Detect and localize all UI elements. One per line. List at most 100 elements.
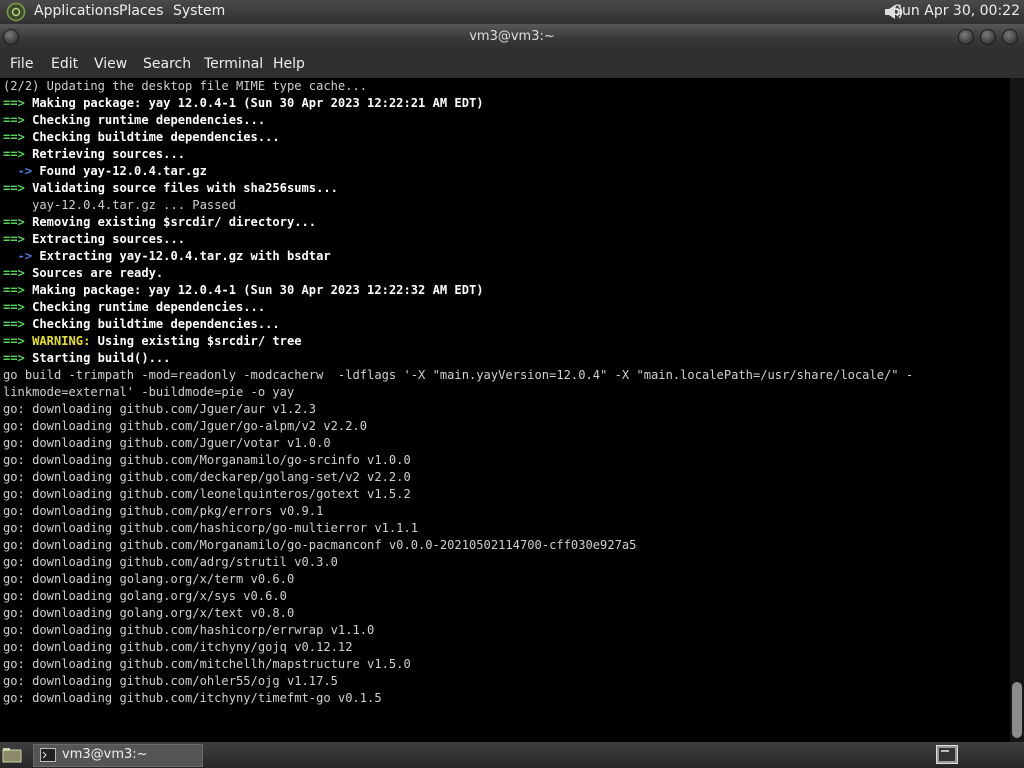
terminal-segment: ==> <box>3 147 25 161</box>
terminal-line: go: downloading github.com/Morganamilo/g… <box>3 538 636 552</box>
clock[interactable]: Sun Apr 30, 00:22 <box>893 0 1020 22</box>
menu-search[interactable]: Search <box>143 51 191 77</box>
terminal-line: go: downloading golang.org/x/sys v0.6.0 <box>3 589 287 603</box>
terminal-segment: -> <box>3 249 33 263</box>
terminal-segment: -> <box>3 164 33 178</box>
terminal-segment: ==> <box>3 266 25 280</box>
terminal-segment: go: downloading github.com/adrg/strutil … <box>3 555 338 569</box>
terminal-line: ==> Checking runtime dependencies... <box>3 113 265 127</box>
terminal-line: ==> Making package: yay 12.0.4-1 (Sun 30… <box>3 283 484 297</box>
top-panel: Applications Places System Sun Apr 30, 0… <box>0 0 1024 24</box>
terminal-segment: Validating source files with sha256sums.… <box>24 181 338 195</box>
window-title-bar[interactable]: vm3@vm3:~ <box>0 24 1024 51</box>
terminal-segment: go: downloading github.com/Morganamilo/g… <box>3 538 637 552</box>
terminal-line: ==> Making package: yay 12.0.4-1 (Sun 30… <box>3 96 484 110</box>
applications-menu[interactable]: Applications <box>34 0 120 24</box>
terminal-segment: Retrieving sources... <box>24 147 186 161</box>
terminal-segment: go: downloading github.com/Morganamilo/g… <box>3 453 411 467</box>
places-menu[interactable]: Places <box>119 0 164 24</box>
terminal-segment: ==> <box>3 232 25 246</box>
terminal-segment: ==> <box>3 300 25 314</box>
terminal-icon <box>40 748 56 762</box>
minimize-button[interactable] <box>958 29 974 45</box>
terminal-segment: go: downloading github.com/Jguer/votar v… <box>3 436 331 450</box>
terminal-segment: yay-12.0.4.tar.gz ... Passed <box>3 198 236 212</box>
terminal-segment: linkmode=external' -buildmode=pie -o yay <box>3 385 295 399</box>
terminal-segment: ==> <box>3 283 25 297</box>
menu-terminal[interactable]: Terminal <box>204 51 263 77</box>
terminal-line: ==> Checking runtime dependencies... <box>3 300 265 314</box>
terminal-segment: go: downloading github.com/leonelquinter… <box>3 487 411 501</box>
terminal-line: -> Found yay-12.0.4.tar.gz <box>3 164 207 178</box>
terminal-segment: ==> <box>3 317 25 331</box>
terminal-line: go: downloading golang.org/x/text v0.8.0 <box>3 606 294 620</box>
terminal-segment: go: downloading github.com/hashicorp/go-… <box>3 521 419 535</box>
terminal-line: (2/2) Updating the desktop file MIME typ… <box>3 79 367 93</box>
terminal-segment: Checking runtime dependencies... <box>24 300 266 314</box>
terminal-segment: Making package: yay 12.0.4-1 (Sun 30 Apr… <box>24 96 484 110</box>
terminal-segment: Checking buildtime dependencies... <box>24 130 280 144</box>
window-menu-button[interactable] <box>3 29 19 45</box>
terminal-line: ==> Retrieving sources... <box>3 147 185 161</box>
terminal-line: go: downloading github.com/leonelquinter… <box>3 487 411 501</box>
terminal-segment: go build -trimpath -mod=readonly -modcac… <box>3 368 914 382</box>
gnome-foot-icon[interactable] <box>6 2 26 22</box>
terminal-segment: Removing existing $srcdir/ directory... <box>24 215 317 229</box>
menu-help[interactable]: Help <box>273 51 305 77</box>
terminal-line: go: downloading github.com/mitchellh/map… <box>3 657 411 671</box>
terminal-segment: ==> <box>3 96 25 110</box>
terminal-line: go: downloading github.com/hashicorp/err… <box>3 623 374 637</box>
bottom-panel: vm3@vm3:~ <box>0 742 1024 768</box>
terminal-line: go: downloading golang.org/x/term v0.6.0 <box>3 572 294 586</box>
terminal-segment: ==> <box>3 130 25 144</box>
terminal-segment: Checking buildtime dependencies... <box>24 317 280 331</box>
terminal-line: go: downloading github.com/itchyny/timef… <box>3 691 382 705</box>
terminal-segment: go: downloading github.com/itchyny/gojq … <box>3 640 353 654</box>
desktop-icon[interactable] <box>2 746 22 764</box>
terminal-segment: Sources are ready. <box>24 266 164 280</box>
terminal-line: ==> Checking buildtime dependencies... <box>3 130 280 144</box>
close-button[interactable] <box>1002 29 1018 45</box>
terminal-line: go: downloading github.com/Jguer/aur v1.… <box>3 402 316 416</box>
terminal-line: go: downloading github.com/Jguer/go-alpm… <box>3 419 367 433</box>
taskbar-terminal-button[interactable]: vm3@vm3:~ <box>33 744 203 767</box>
window-title: vm3@vm3:~ <box>469 29 555 44</box>
terminal-segment: WARNING: <box>24 334 91 348</box>
terminal-segment: go: downloading golang.org/x/sys v0.6.0 <box>3 589 287 603</box>
terminal-line: go: downloading github.com/deckarep/gola… <box>3 470 411 484</box>
terminal-line: go: downloading github.com/ohler55/ojg v… <box>3 674 338 688</box>
terminal-segment: go: downloading github.com/deckarep/gola… <box>3 470 411 484</box>
terminal-segment: go: downloading github.com/ohler55/ojg v… <box>3 674 338 688</box>
terminal-segment: (2/2) Updating the desktop file MIME typ… <box>3 79 368 93</box>
terminal-line: -> Extracting yay-12.0.4.tar.gz with bsd… <box>3 249 331 263</box>
system-menu[interactable]: System <box>173 0 225 24</box>
terminal-line: ==> Validating source files with sha256s… <box>3 181 338 195</box>
scrollbar-thumb[interactable] <box>1012 682 1022 738</box>
terminal-output[interactable]: (2/2) Updating the desktop file MIME typ… <box>0 78 1010 742</box>
terminal-line: ==> Sources are ready. <box>3 266 163 280</box>
terminal-segment: go: downloading github.com/hashicorp/err… <box>3 623 375 637</box>
taskbar-label: vm3@vm3:~ <box>62 747 148 762</box>
terminal-line: go: downloading github.com/adrg/strutil … <box>3 555 338 569</box>
terminal-line: go: downloading github.com/pkg/errors v0… <box>3 504 323 518</box>
terminal-segment: Making package: yay 12.0.4-1 (Sun 30 Apr… <box>24 283 484 297</box>
terminal-segment: Extracting sources... <box>24 232 186 246</box>
menu-file[interactable]: File <box>10 51 33 77</box>
terminal-segment: go: downloading golang.org/x/text v0.8.0 <box>3 606 295 620</box>
menu-edit[interactable]: Edit <box>51 51 78 77</box>
terminal-scrollbar[interactable] <box>1010 78 1024 742</box>
terminal-segment: ==> <box>3 215 25 229</box>
terminal-segment: ==> <box>3 334 25 348</box>
terminal-line: go build -trimpath -mod=readonly -modcac… <box>3 368 913 382</box>
terminal-line: ==> WARNING: Using existing $srcdir/ tre… <box>3 334 302 348</box>
terminal-segment: ==> <box>3 113 25 127</box>
menu-view[interactable]: View <box>94 51 127 77</box>
menu-bar: File Edit View Search Terminal Help <box>0 51 1024 78</box>
workspace-switcher-icon[interactable] <box>936 745 958 764</box>
maximize-button[interactable] <box>980 29 996 45</box>
terminal-segment: ==> <box>3 351 25 365</box>
terminal-text: (2/2) Updating the desktop file MIME typ… <box>0 78 1010 707</box>
terminal-segment: go: downloading github.com/pkg/errors v0… <box>3 504 324 518</box>
terminal-line: ==> Removing existing $srcdir/ directory… <box>3 215 316 229</box>
terminal-line: ==> Extracting sources... <box>3 232 185 246</box>
